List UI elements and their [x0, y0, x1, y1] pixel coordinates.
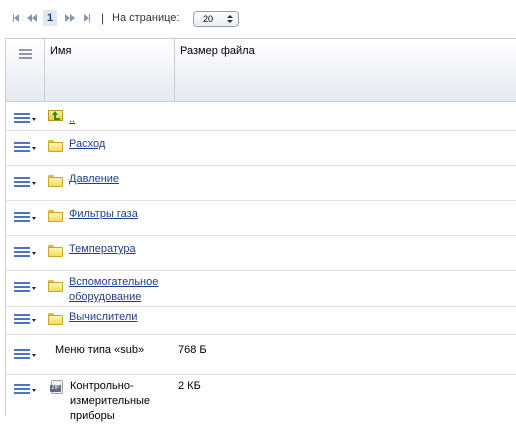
column-size-header[interactable]: Размер файла [175, 39, 516, 101]
file-size: 2 КБ [178, 380, 201, 392]
first-page-icon[interactable] [11, 11, 20, 25]
row-menu-icon[interactable] [14, 142, 36, 154]
column-name-label: Имя [50, 45, 72, 57]
next-page-icon[interactable] [64, 11, 76, 25]
row-menu-icon[interactable] [14, 349, 36, 361]
row-menu-icon[interactable] [14, 113, 36, 125]
folder-icon [48, 313, 63, 325]
row-menu-icon[interactable] [14, 282, 36, 294]
table-row: .. [6, 102, 516, 131]
file-table: Имя Размер файла .. Расход Давление Филь… [5, 38, 516, 422]
pager-separator: | [101, 11, 105, 25]
pagination-bar: 1 | На странице: 20 [0, 0, 516, 38]
folder-link[interactable]: Давление [69, 172, 119, 187]
table-row: Меню типа «sub» 768 Б [6, 335, 516, 375]
row-menu-icon[interactable] [14, 247, 36, 259]
prev-page-icon[interactable] [26, 11, 38, 25]
folder-link[interactable]: Вычислители [69, 310, 137, 325]
up-folder-icon [48, 108, 63, 122]
table-row: ZIP Контрольно-измерительные приборы 2 К… [6, 375, 516, 422]
file-size: 768 Б [178, 344, 207, 356]
per-page-label: На странице: [112, 12, 180, 24]
per-page-select[interactable]: 20 [193, 11, 239, 27]
row-menu-icon[interactable] [14, 384, 36, 396]
row-menu-icon[interactable] [14, 314, 36, 326]
folder-icon [48, 280, 63, 292]
folder-icon [48, 140, 63, 152]
table-header: Имя Размер файла [6, 39, 516, 102]
folder-icon [48, 245, 63, 257]
table-row: Вычислители [6, 307, 516, 335]
column-name-header[interactable]: Имя [45, 39, 175, 101]
table-row: Температура [6, 236, 516, 271]
select-arrows-icon [227, 15, 233, 23]
table-row: Давление [6, 166, 516, 201]
folder-icon [48, 175, 63, 187]
folder-icon [48, 210, 63, 222]
header-actions-cell[interactable] [6, 39, 45, 101]
zip-file-name: Контрольно-измерительные приборы [70, 380, 151, 422]
table-row: Расход [6, 131, 516, 166]
column-size-label: Размер файла [180, 45, 255, 57]
folder-link[interactable]: Температура [69, 242, 136, 257]
last-page-icon[interactable] [82, 11, 91, 25]
folder-link[interactable]: Вспомогательное оборудование [69, 275, 179, 305]
row-menu-icon[interactable] [14, 212, 36, 224]
row-menu-icon[interactable] [14, 177, 36, 189]
parent-folder-link[interactable]: .. [69, 112, 75, 127]
current-page-number[interactable]: 1 [43, 10, 57, 26]
folder-link[interactable]: Расход [69, 137, 105, 152]
folder-link[interactable]: Фильтры газа [69, 207, 138, 222]
header-menu-icon[interactable] [19, 49, 32, 59]
zip-file-icon: ZIP [50, 380, 65, 395]
table-row: Фильтры газа [6, 201, 516, 236]
per-page-value: 20 [203, 14, 214, 24]
table-row: Вспомогательное оборудование [6, 271, 516, 307]
menu-file-name: Меню типа «sub» [55, 344, 145, 356]
